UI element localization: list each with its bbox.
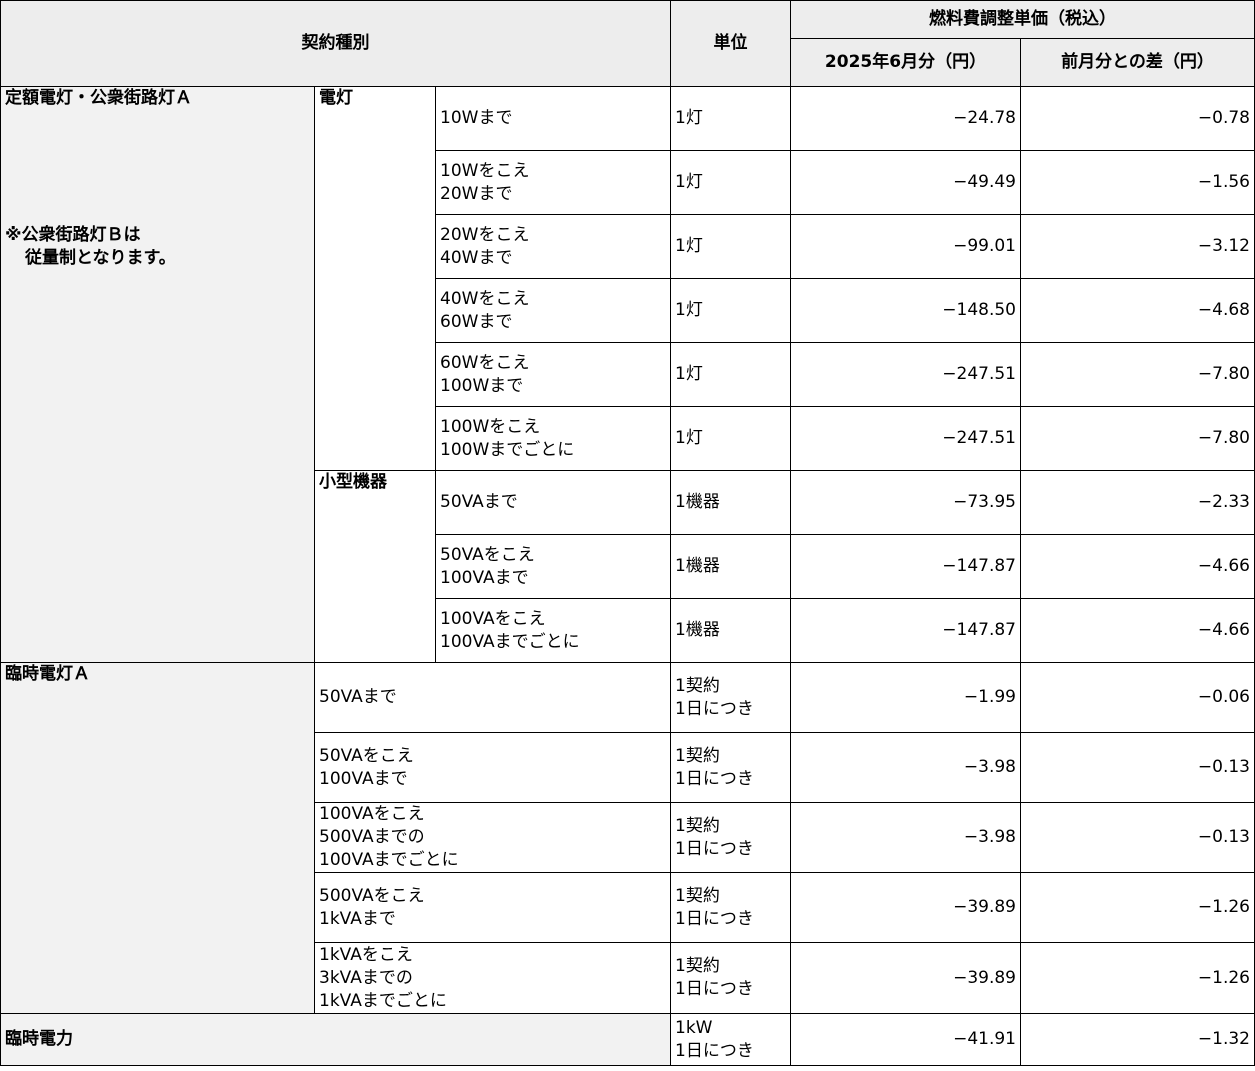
range-cell: 60Wをこえ 100Wまで bbox=[435, 342, 671, 407]
range-cell: 10Wまで bbox=[435, 86, 671, 151]
range-cell: 100Wをこえ 100Wまでごとに bbox=[435, 406, 671, 471]
price-cell: −39.89 bbox=[790, 942, 1021, 1014]
unit-cell: 1灯 bbox=[670, 86, 791, 151]
range-cell: 40Wをこえ 60Wまで bbox=[435, 278, 671, 343]
unit-cell: 1灯 bbox=[670, 342, 791, 407]
street-light-note: ※公衆街路灯Ｂは 従量制となります。 bbox=[5, 225, 176, 268]
range-cell: 50VAをこえ 100VAまで bbox=[435, 534, 671, 599]
unit-cell: 1契約 1日につき bbox=[670, 732, 791, 803]
diff-cell: −4.68 bbox=[1020, 278, 1255, 343]
range-cell: 1kVAをこえ 3kVAまでの 1kVAまでごとに bbox=[314, 942, 671, 1014]
diff-cell: −0.06 bbox=[1020, 662, 1255, 733]
table-row: 臨時電力 1kW 1日につき −41.91 −1.32 bbox=[0, 1013, 1255, 1066]
price-cell: −1.99 bbox=[790, 662, 1021, 733]
diff-cell: −1.56 bbox=[1020, 150, 1255, 215]
header-contract-type: 契約種別 bbox=[0, 0, 671, 87]
unit-cell: 1灯 bbox=[670, 406, 791, 471]
range-cell: 100VAをこえ 500VAまでの 100VAまでごとに bbox=[314, 802, 671, 873]
category-rinji-denryoku: 臨時電力 bbox=[0, 1013, 671, 1066]
diff-cell: −1.32 bbox=[1020, 1013, 1255, 1066]
price-cell: −24.78 bbox=[790, 86, 1021, 151]
price-cell: −147.87 bbox=[790, 598, 1021, 663]
category-teigaku: 定額電灯・公衆街路灯Ａ ※公衆街路灯Ｂは 従量制となります。 bbox=[0, 86, 315, 663]
subcategory-kogata: 小型機器 bbox=[314, 470, 436, 663]
unit-cell: 1灯 bbox=[670, 150, 791, 215]
unit-cell: 1契約 1日につき bbox=[670, 662, 791, 733]
diff-cell: −0.13 bbox=[1020, 732, 1255, 803]
fuel-cost-adjustment-table: 契約種別 単位 燃料費調整単価（税込） 2025年6月分（円） 前月分との差（円… bbox=[0, 0, 1255, 1066]
unit-cell: 1kW 1日につき bbox=[670, 1013, 791, 1066]
diff-cell: −4.66 bbox=[1020, 598, 1255, 663]
range-cell: 20Wをこえ 40Wまで bbox=[435, 214, 671, 279]
price-cell: −73.95 bbox=[790, 470, 1021, 535]
header-current-month: 2025年6月分（円） bbox=[790, 38, 1021, 87]
diff-cell: −1.26 bbox=[1020, 872, 1255, 943]
unit-cell: 1機器 bbox=[670, 598, 791, 663]
price-cell: −148.50 bbox=[790, 278, 1021, 343]
range-cell: 500VAをこえ 1kVAまで bbox=[314, 872, 671, 943]
price-cell: −49.49 bbox=[790, 150, 1021, 215]
subcategory-dento: 電灯 bbox=[314, 86, 436, 471]
unit-cell: 1契約 1日につき bbox=[670, 942, 791, 1014]
range-cell: 50VAまで bbox=[435, 470, 671, 535]
price-cell: −247.51 bbox=[790, 342, 1021, 407]
price-cell: −147.87 bbox=[790, 534, 1021, 599]
unit-cell: 1機器 bbox=[670, 534, 791, 599]
range-cell: 50VAをこえ 100VAまで bbox=[314, 732, 671, 803]
range-cell: 100VAをこえ 100VAまでごとに bbox=[435, 598, 671, 663]
diff-cell: −1.26 bbox=[1020, 942, 1255, 1014]
price-cell: −99.01 bbox=[790, 214, 1021, 279]
diff-cell: −4.66 bbox=[1020, 534, 1255, 599]
unit-cell: 1契約 1日につき bbox=[670, 802, 791, 873]
header-unit: 単位 bbox=[670, 0, 791, 87]
diff-cell: −7.80 bbox=[1020, 406, 1255, 471]
diff-cell: −7.80 bbox=[1020, 342, 1255, 407]
diff-cell: −0.13 bbox=[1020, 802, 1255, 873]
header-price-group: 燃料費調整単価（税込） bbox=[790, 0, 1255, 39]
price-cell: −39.89 bbox=[790, 872, 1021, 943]
header-diff: 前月分との差（円） bbox=[1020, 38, 1255, 87]
diff-cell: −0.78 bbox=[1020, 86, 1255, 151]
diff-cell: −3.12 bbox=[1020, 214, 1255, 279]
price-cell: −247.51 bbox=[790, 406, 1021, 471]
price-cell: −3.98 bbox=[790, 802, 1021, 873]
unit-cell: 1灯 bbox=[670, 278, 791, 343]
range-cell: 10Wをこえ 20Wまで bbox=[435, 150, 671, 215]
unit-cell: 1機器 bbox=[670, 470, 791, 535]
unit-cell: 1灯 bbox=[670, 214, 791, 279]
unit-cell: 1契約 1日につき bbox=[670, 872, 791, 943]
category-rinji-dento: 臨時電灯Ａ bbox=[0, 662, 315, 1014]
table-row: 定額電灯・公衆街路灯Ａ ※公衆街路灯Ｂは 従量制となります。 電灯 10Wまで 1灯… bbox=[0, 86, 1255, 663]
diff-cell: −2.33 bbox=[1020, 470, 1255, 535]
range-cell: 50VAまで bbox=[314, 662, 671, 733]
table-row: 臨時電灯Ａ 50VAまで 1契約 1日につき −1.99 −0.06 bbox=[0, 662, 1255, 1014]
price-cell: −41.91 bbox=[790, 1013, 1021, 1066]
price-cell: −3.98 bbox=[790, 732, 1021, 803]
category-label: 定額電灯・公衆街路灯Ａ bbox=[5, 88, 192, 108]
